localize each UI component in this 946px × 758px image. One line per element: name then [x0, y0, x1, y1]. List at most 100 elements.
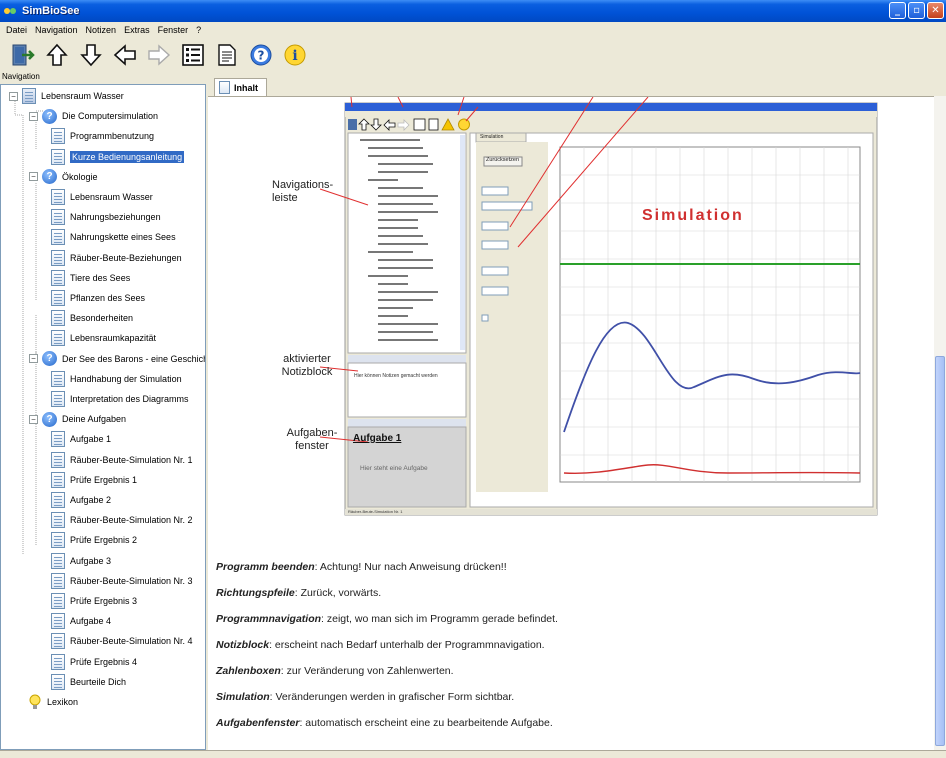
back-button[interactable] [112, 42, 138, 68]
inner-status-text: Räuber-Beute-Simulation Nr. 1 [348, 509, 403, 514]
nav-item[interactable]: Kurze Bedienungsanleitung [51, 148, 185, 166]
menu-fenster[interactable]: Fenster [154, 25, 193, 35]
notes-list-button[interactable] [180, 42, 206, 68]
nav-item-label: Prüfe Ergebnis 2 [70, 535, 138, 546]
nav-item[interactable]: Räuber-Beute-Simulation Nr. 1 [51, 451, 193, 469]
document-icon [51, 613, 65, 630]
nav-item-label: Besonderheiten [70, 313, 134, 324]
nav-item[interactable]: Lebensraumkapazität [51, 329, 156, 347]
description-item: Simulation: Veränderungen werden in graf… [216, 691, 514, 703]
nav-item[interactable]: Prüfe Ergebnis 4 [51, 653, 137, 671]
forward-button[interactable] [146, 42, 172, 68]
nav-item[interactable]: −? Deine Aufgaben [29, 410, 126, 428]
collapse-icon[interactable]: − [29, 172, 38, 182]
nav-item[interactable]: Handhabung der Simulation [51, 370, 182, 388]
book-icon [22, 88, 36, 104]
nav-item-label: Lebensraum Wasser [41, 91, 124, 101]
document-icon [51, 653, 65, 670]
nav-item[interactable]: Räuber-Beute-Simulation Nr. 2 [51, 511, 193, 529]
description-text: : Zurück, vorwärts. [294, 587, 382, 599]
inner-reset-button: Zurücksetzen [486, 157, 520, 163]
menu-datei[interactable]: Datei [2, 25, 31, 35]
collapse-icon[interactable]: − [29, 111, 38, 121]
help-button[interactable]: ? [248, 42, 274, 68]
nav-item[interactable]: Prüfe Ergebnis 3 [51, 592, 137, 610]
nav-item-label: Beurteile Dich [70, 676, 127, 687]
nav-item[interactable]: Programmbenutzung [51, 127, 154, 145]
info-button[interactable]: i [282, 42, 308, 68]
description-term: Zahlenboxen [216, 665, 281, 677]
nav-item[interactable]: −? Die Computersimulation [29, 107, 158, 125]
nav-item[interactable]: Interpretation des Diagramms [51, 390, 189, 408]
nav-item-label: Kurze Bedienungsanleitung [70, 150, 185, 163]
window-title: SimBioSee [22, 5, 80, 17]
nav-item[interactable]: Räuber-Beute-Simulation Nr. 3 [51, 572, 193, 590]
document-button[interactable] [214, 42, 240, 68]
document-icon [51, 512, 65, 529]
down-button[interactable] [78, 42, 104, 68]
document-icon [51, 290, 65, 306]
nav-item-label: Tiere des Sees [70, 272, 131, 283]
tab-inhalt[interactable]: Inhalt [214, 78, 267, 96]
collapse-icon[interactable]: − [29, 414, 38, 424]
nav-item[interactable]: − Lebensraum Wasser [9, 87, 124, 105]
description-item: Richtungspfeile: Zurück, vorwärts. [216, 587, 381, 599]
nav-item[interactable]: Lebensraum Wasser [51, 188, 153, 206]
nav-item[interactable]: Räuber-Beute-Simulation Nr. 4 [51, 632, 193, 650]
nav-item-label: Der See des Barons - eine Geschichte [62, 353, 206, 364]
document-icon [51, 128, 65, 145]
nav-item[interactable]: Nahrungskette eines Sees [51, 228, 176, 246]
nav-item[interactable]: Tiere des Sees [51, 269, 130, 287]
simulation-heading: Simulation [642, 207, 744, 224]
up-button[interactable] [44, 42, 70, 68]
description-item: Aufgabenfenster: automatisch erscheint e… [216, 717, 553, 729]
nav-item-label: Prüfe Ergebnis 4 [70, 656, 138, 667]
callout-taskwindow: Aufgaben- fenster [286, 427, 338, 452]
vertical-scrollbar[interactable] [934, 96, 946, 750]
scrollbar-thumb[interactable] [935, 356, 945, 746]
navigation-tree: − Lebensraum Wasser −? Die Computersimulati… [0, 84, 206, 750]
exit-button[interactable] [10, 42, 36, 68]
nav-item[interactable]: Beurteile Dich [51, 673, 126, 691]
arrow-down-icon [80, 44, 102, 67]
nav-item[interactable]: Pflanzen des Sees [51, 289, 145, 307]
nav-item[interactable]: Nahrungsbeziehungen [51, 208, 161, 226]
menu-help[interactable]: ? [192, 25, 205, 35]
menu-notizen[interactable]: Notizen [82, 25, 121, 35]
nav-item[interactable]: Aufgabe 1 [51, 430, 111, 448]
nav-item[interactable]: −? Der See des Barons - eine Geschichte [29, 350, 206, 368]
menu-extras[interactable]: Extras [120, 25, 154, 35]
nav-item[interactable]: Besonderheiten [51, 309, 133, 327]
nav-item-label: Prüfe Ergebnis 3 [70, 596, 138, 606]
nav-item[interactable]: Prüfe Ergebnis 2 [51, 531, 137, 549]
nav-item-label: Räuber-Beute-Simulation Nr. 3 [70, 575, 193, 586]
info-icon: i [284, 44, 306, 66]
description-term: Notizblock [216, 639, 270, 651]
description-text: : zeigt, wo man sich im Programm gerade … [321, 613, 558, 625]
nav-item-label: Aufgabe 2 [70, 495, 112, 505]
nav-item[interactable]: Aufgabe 2 [51, 491, 111, 509]
minimize-button[interactable]: _ [889, 2, 906, 19]
close-button[interactable]: ✕ [927, 2, 944, 19]
title-bar: SimBioSee _ ▫ ✕ [0, 0, 946, 22]
document-icon [51, 269, 65, 286]
nav-item-label: Programmbenutzung [70, 131, 155, 142]
nav-item[interactable]: Aufgabe 4 [51, 612, 111, 630]
nav-item-label: Räuber-Beute-Simulation Nr. 2 [70, 515, 193, 526]
maximize-button[interactable]: ▫ [908, 2, 925, 19]
nav-item-label: Ökologie [62, 171, 98, 182]
nav-item[interactable]: Prüfe Ergebnis 1 [51, 471, 137, 489]
menu-navigation[interactable]: Navigation [31, 25, 82, 35]
nav-item[interactable]: Lexikon [29, 693, 78, 711]
collapse-icon[interactable]: − [29, 354, 38, 364]
nav-item[interactable]: −? Ökologie [29, 168, 98, 186]
description-item: Programmnavigation: zeigt, wo man sich i… [216, 613, 558, 625]
inner-notes-text: Hier können Notizen gemacht werden [354, 373, 438, 379]
collapse-icon[interactable]: − [9, 91, 18, 101]
nav-item[interactable]: Räuber-Beute-Beziehungen [51, 249, 182, 267]
help-icon: ? [42, 169, 57, 185]
nav-item-label: Prüfe Ergebnis 1 [70, 474, 138, 485]
content-page: Navigations- leiste aktivierter Notizblo… [208, 96, 934, 750]
nav-item[interactable]: Aufgabe 3 [51, 552, 111, 570]
lightbulb-icon [29, 694, 41, 710]
